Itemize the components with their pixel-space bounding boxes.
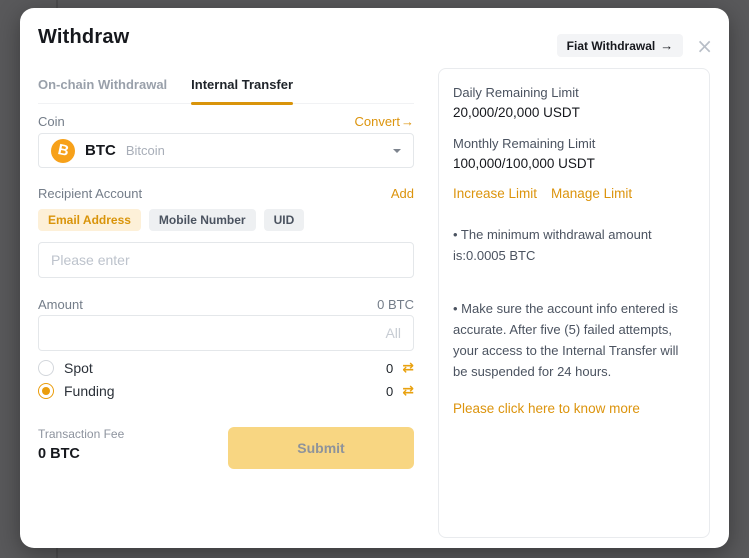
recipient-label: Recipient Account xyxy=(38,186,142,201)
chevron-down-icon xyxy=(393,149,401,153)
convert-link-label: Convert xyxy=(354,114,400,129)
min-withdrawal-note: • The minimum withdrawal amount is:0.000… xyxy=(453,224,695,266)
limit-links: Increase Limit Manage Limit xyxy=(453,186,695,201)
fiat-withdrawal-label: Fiat Withdrawal xyxy=(567,39,656,53)
convert-link[interactable]: Convert → xyxy=(354,114,414,129)
chip-email-address[interactable]: Email Address xyxy=(38,209,141,231)
funding-label: Funding xyxy=(64,383,115,399)
monthly-limit-label: Monthly Remaining Limit xyxy=(453,135,695,152)
transfer-icon[interactable]: ⇄ xyxy=(402,384,414,398)
recipient-type-chips: Email Address Mobile Number UID xyxy=(38,209,414,231)
manage-limit-link[interactable]: Manage Limit xyxy=(551,186,632,201)
spot-account-row[interactable]: Spot 0 ⇄ xyxy=(38,359,414,377)
increase-limit-link[interactable]: Increase Limit xyxy=(453,186,537,201)
arrow-right-icon: → xyxy=(401,114,414,129)
tab-internal-transfer[interactable]: Internal Transfer xyxy=(191,77,293,103)
daily-limit-block: Daily Remaining Limit 20,000/20,000 USDT xyxy=(453,84,695,122)
spot-radio[interactable] xyxy=(38,360,54,376)
fee-block: Transaction Fee 0 BTC xyxy=(38,427,124,462)
recipient-input[interactable] xyxy=(38,242,414,278)
close-icon[interactable]: × xyxy=(696,39,713,53)
amount-label: Amount xyxy=(38,297,83,312)
daily-limit-label: Daily Remaining Limit xyxy=(453,84,695,101)
add-link[interactable]: Add xyxy=(391,186,414,201)
amount-balance: 0 BTC xyxy=(377,297,414,312)
withdrawal-tabs: On-chain Withdrawal Internal Transfer xyxy=(38,77,414,104)
account-accuracy-note: • Make sure the account info entered is … xyxy=(453,298,695,382)
submit-button[interactable]: Submit xyxy=(228,427,414,469)
limits-info-panel: Daily Remaining Limit 20,000/20,000 USDT… xyxy=(438,68,710,538)
header-actions: Fiat Withdrawal → × xyxy=(557,34,713,57)
know-more-link[interactable]: Please click here to know more xyxy=(453,401,695,416)
withdraw-modal: Withdraw Fiat Withdrawal → × On-chain Wi… xyxy=(20,8,729,548)
coin-row: Coin Convert → xyxy=(38,114,414,129)
coin-name: Bitcoin xyxy=(126,143,165,158)
chip-mobile-number[interactable]: Mobile Number xyxy=(149,209,256,231)
fiat-withdrawal-button[interactable]: Fiat Withdrawal → xyxy=(557,34,684,57)
tab-onchain-withdrawal[interactable]: On-chain Withdrawal xyxy=(38,77,167,103)
monthly-limit-block: Monthly Remaining Limit 100,000/100,000 … xyxy=(453,135,695,173)
coin-symbol: BTC xyxy=(85,142,116,159)
amount-input[interactable] xyxy=(38,315,414,351)
spot-balance: 0 xyxy=(386,361,393,376)
funding-account-row[interactable]: Funding 0 ⇄ xyxy=(38,382,414,400)
funding-balance: 0 xyxy=(386,384,393,399)
fee-label: Transaction Fee xyxy=(38,427,124,441)
chip-uid[interactable]: UID xyxy=(264,209,305,231)
spot-label: Spot xyxy=(64,360,93,376)
form-footer: Transaction Fee 0 BTC Submit xyxy=(38,427,414,469)
arrow-right-icon: → xyxy=(660,38,673,53)
coin-label: Coin xyxy=(38,114,65,129)
btc-coin-icon: B xyxy=(51,139,75,163)
coin-select[interactable]: B BTC Bitcoin xyxy=(38,133,414,168)
withdraw-form: On-chain Withdrawal Internal Transfer Co… xyxy=(38,8,414,469)
daily-limit-value: 20,000/20,000 USDT xyxy=(453,104,695,122)
funding-radio[interactable] xyxy=(38,383,54,399)
monthly-limit-value: 100,000/100,000 USDT xyxy=(453,155,695,173)
fee-value: 0 BTC xyxy=(38,446,124,462)
transfer-icon[interactable]: ⇄ xyxy=(402,361,414,375)
recipient-row: Recipient Account Add xyxy=(38,186,414,201)
amount-row: Amount 0 BTC xyxy=(38,297,414,312)
